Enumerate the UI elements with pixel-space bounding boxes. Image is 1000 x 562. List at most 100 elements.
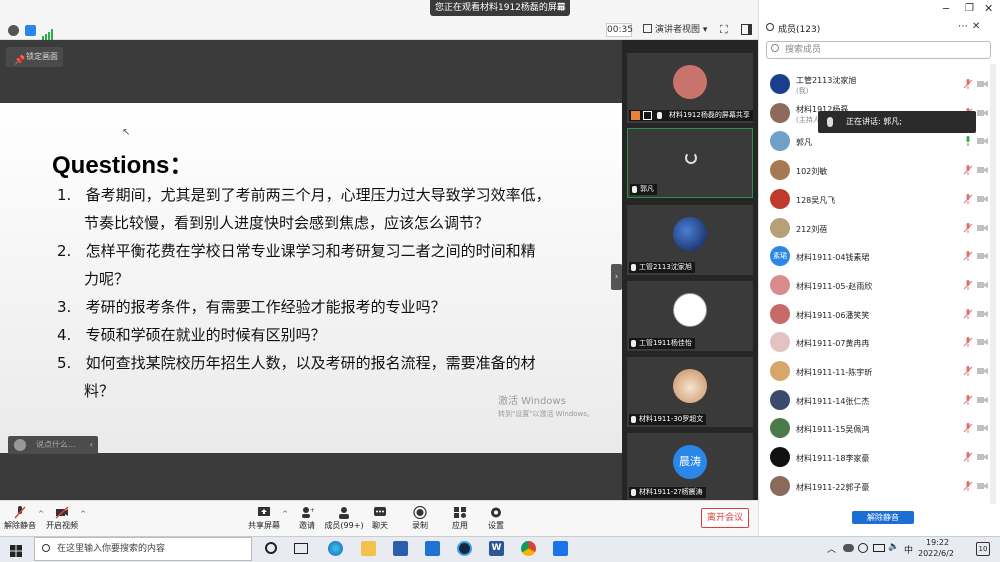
- mic-muted-icon[interactable]: [963, 394, 973, 405]
- mic-muted-icon[interactable]: [963, 165, 973, 176]
- chevron-left-icon[interactable]: ‹: [90, 436, 93, 454]
- camera-off-icon[interactable]: [977, 281, 988, 289]
- invite-button[interactable]: + 邀请: [287, 506, 327, 531]
- settings-button[interactable]: 设置: [476, 506, 516, 531]
- restore-icon[interactable]: ❐: [965, 3, 974, 14]
- collapse-strip-handle[interactable]: ›: [611, 264, 622, 290]
- unmute-button[interactable]: 解除静音 ^: [0, 506, 44, 531]
- mail-icon[interactable]: [425, 541, 440, 556]
- clock-time[interactable]: 19:22: [926, 538, 949, 547]
- video-tile[interactable]: 材料1912杨磊的屏幕共享: [627, 53, 753, 123]
- member-row[interactable]: 材料1911-22郭子豪: [768, 474, 990, 500]
- view-mode-dropdown[interactable]: 演讲者视图 ▾: [643, 23, 711, 37]
- member-row[interactable]: 郭凡: [768, 129, 990, 155]
- video-tile[interactable]: 工管1911杨佳怡: [627, 281, 753, 351]
- share-screen-button[interactable]: 共享屏幕 ^: [244, 506, 288, 531]
- start-video-button[interactable]: 开启视频 ^: [42, 506, 86, 531]
- camera-off-icon[interactable]: [977, 195, 988, 203]
- tencent-meeting-icon[interactable]: [553, 541, 568, 556]
- mic-muted-icon[interactable]: [963, 308, 973, 319]
- info-icon[interactable]: [8, 25, 19, 36]
- camera-off-icon[interactable]: [977, 224, 988, 232]
- chevron-up-icon[interactable]: ^: [80, 510, 86, 518]
- camera-off-icon[interactable]: [977, 137, 988, 145]
- taskbar-search-input[interactable]: 在这里输入你要搜索的内容: [34, 537, 252, 561]
- chat-input[interactable]: 说点什么... ‹: [8, 436, 98, 454]
- network-icon[interactable]: [858, 543, 868, 553]
- mic-muted-icon[interactable]: [963, 480, 973, 491]
- more-icon[interactable]: ⋯: [958, 21, 968, 32]
- ime-indicator[interactable]: 中: [904, 543, 913, 556]
- mic-muted-icon[interactable]: [963, 251, 973, 262]
- camera-off-icon[interactable]: [977, 310, 988, 318]
- fullscreen-icon[interactable]: ⛶: [720, 23, 728, 37]
- chevron-up-icon[interactable]: ︿: [827, 542, 836, 555]
- battery-icon[interactable]: [873, 544, 885, 552]
- record-button[interactable]: 录制: [400, 506, 440, 531]
- menu-icon[interactable]: ☰: [557, 0, 565, 16]
- layout-sidebar-icon[interactable]: [741, 24, 752, 35]
- cortana-icon[interactable]: [265, 542, 277, 554]
- member-row[interactable]: 材料1911-15吴佩鸿: [768, 416, 990, 442]
- close-icon[interactable]: ✕: [984, 2, 993, 15]
- minimize-icon[interactable]: ─: [943, 4, 949, 15]
- notification-center-icon[interactable]: 10: [976, 542, 990, 556]
- member-row[interactable]: 素珺 材料1911-04钱素珺: [768, 244, 990, 270]
- mic-muted-icon[interactable]: [963, 366, 973, 376]
- mic-muted-icon[interactable]: [963, 193, 973, 204]
- camera-off-icon[interactable]: [977, 166, 988, 174]
- volume-icon[interactable]: 🔈: [888, 542, 899, 552]
- camera-off-icon[interactable]: [977, 109, 988, 117]
- close-icon[interactable]: ✕: [972, 21, 980, 32]
- member-row[interactable]: 材料1911-06潘笑笑: [768, 302, 990, 328]
- mic-muted-icon[interactable]: [963, 222, 973, 233]
- chevron-down-icon[interactable]: ﹀: [686, 484, 696, 499]
- mic-muted-icon[interactable]: [963, 452, 973, 463]
- mic-muted-icon[interactable]: [963, 279, 973, 290]
- member-row[interactable]: 材料1911-11-陈宇昕: [768, 359, 990, 385]
- member-row[interactable]: 材料1911-18李家豪: [768, 445, 990, 471]
- windows-start-icon[interactable]: [10, 542, 22, 557]
- member-search-input[interactable]: 搜索成员: [766, 41, 991, 59]
- mic-muted-icon[interactable]: [963, 423, 973, 434]
- member-row[interactable]: 材料1911-05-赵雨欣: [768, 273, 990, 299]
- camera-off-icon[interactable]: [977, 453, 988, 461]
- shield-icon[interactable]: [25, 25, 36, 36]
- edge-icon[interactable]: [328, 541, 343, 556]
- chrome-icon[interactable]: [521, 541, 536, 556]
- clock-date[interactable]: 2022/6/2: [918, 549, 954, 558]
- store-icon[interactable]: [393, 541, 408, 556]
- lock-view-button[interactable]: 📌 锁定画面: [6, 47, 63, 67]
- member-row[interactable]: 材料1911-07黄冉冉: [768, 330, 990, 356]
- leave-meeting-button[interactable]: 离开会议: [701, 508, 749, 528]
- member-row[interactable]: 工管2113沈家旭 (我): [768, 72, 990, 98]
- emoji-icon[interactable]: [14, 439, 26, 451]
- video-tile[interactable]: 材料1911-30罗超文: [627, 357, 753, 427]
- member-row[interactable]: 102刘敏: [768, 158, 990, 184]
- apps-button[interactable]: 应用: [440, 506, 480, 531]
- unmute-all-button[interactable]: 解除静音: [852, 511, 914, 524]
- camera-off-icon[interactable]: [977, 80, 988, 88]
- camera-off-icon[interactable]: [977, 396, 988, 404]
- cloud-icon[interactable]: [843, 544, 854, 552]
- task-view-icon[interactable]: [294, 543, 308, 554]
- camera-off-icon[interactable]: [977, 338, 988, 346]
- members-button[interactable]: 成员(99+): [324, 506, 364, 531]
- file-explorer-icon[interactable]: [361, 541, 376, 556]
- mic-muted-icon[interactable]: [963, 79, 973, 89]
- camera-off-icon[interactable]: [977, 424, 988, 432]
- member-row[interactable]: 材料1911-14张仁杰: [768, 388, 990, 414]
- chat-button[interactable]: 聊天: [360, 506, 400, 531]
- app-icon[interactable]: [457, 541, 472, 556]
- mic-muted-icon[interactable]: [963, 337, 973, 348]
- signal-icon[interactable]: [42, 25, 53, 40]
- member-row[interactable]: 128吴凡飞: [768, 187, 990, 213]
- video-tile[interactable]: 工管2113沈家旭: [627, 205, 753, 275]
- video-tile[interactable]: 郭凡: [627, 128, 753, 198]
- word-icon[interactable]: W: [489, 541, 504, 556]
- members-scrollbar[interactable]: [990, 64, 996, 504]
- member-row[interactable]: 212刘蓓: [768, 216, 990, 242]
- camera-off-icon[interactable]: [977, 367, 988, 375]
- camera-off-icon[interactable]: [977, 252, 988, 260]
- camera-off-icon[interactable]: [977, 482, 988, 490]
